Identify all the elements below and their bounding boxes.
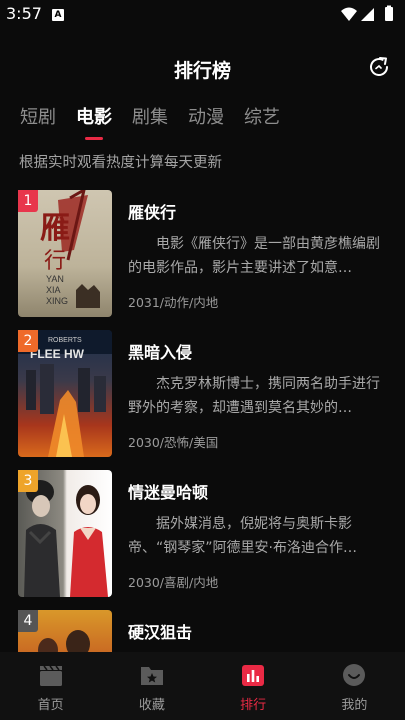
- svg-text:XIA: XIA: [46, 285, 61, 295]
- rank-badge: 3: [18, 470, 38, 492]
- movie-meta: 2030/恐怖/美国: [128, 435, 219, 450]
- wifi-icon: [341, 7, 357, 21]
- list-item[interactable]: 雁 行 YAN XIA XING 1 雁侠行 电影《雁侠行》是一部由黄彦樵编剧的…: [18, 190, 388, 318]
- status-bar: 3:57 A: [0, 0, 405, 30]
- bar-chart-icon: [242, 665, 265, 686]
- rank-badge: 2: [18, 330, 38, 352]
- status-time: 3:57: [6, 4, 42, 23]
- nav-favorites[interactable]: 收藏: [101, 652, 202, 720]
- nav-label: 首页: [37, 698, 64, 713]
- movie-title: 雁侠行: [128, 203, 177, 222]
- folder-star-icon: [140, 667, 163, 685]
- refresh-icon[interactable]: [367, 55, 391, 79]
- nav-home[interactable]: 首页: [0, 652, 101, 720]
- ranking-description: 根据实时观看热度计算每天更新: [19, 155, 222, 171]
- battery-icon: [385, 7, 393, 21]
- tab-variety[interactable]: 综艺: [244, 104, 280, 140]
- nav-profile[interactable]: 我的: [304, 652, 405, 720]
- movie-title: 黑暗入侵: [128, 343, 193, 362]
- svg-text:FLEE HW: FLEE HW: [30, 347, 85, 361]
- category-tabs: 短剧 电影 剧集 动漫 综艺: [20, 104, 300, 144]
- page-title: 排行榜: [173, 60, 231, 82]
- tab-series[interactable]: 剧集: [132, 104, 168, 140]
- svg-text:YAN: YAN: [46, 274, 64, 284]
- svg-text:ROBERTS: ROBERTS: [48, 337, 82, 344]
- movie-title: 硬汉狙击: [128, 623, 193, 642]
- svg-text:雁: 雁: [40, 211, 70, 246]
- movie-description: 据外媒消息，倪妮将与奥斯卡影帝、“钢琴家”阿德里安·布洛迪合作…: [128, 516, 357, 556]
- nav-label: 排行: [240, 698, 267, 713]
- svg-text:行: 行: [44, 249, 66, 274]
- rank-badge: 1: [18, 190, 38, 212]
- bottom-navigation: 首页 收藏 排行 我的: [0, 652, 405, 720]
- movie-meta: 2031/动作/内地: [128, 295, 219, 310]
- clapperboard-icon: [39, 665, 62, 686]
- nav-label: 我的: [341, 698, 368, 713]
- movie-description: 杰克罗林斯博士，携同两名助手进行野外的考察，却遭遇到莫名其妙的…: [128, 376, 380, 416]
- active-tab-indicator: [85, 137, 103, 140]
- tab-movies[interactable]: 电影: [76, 104, 112, 140]
- nav-label: 收藏: [138, 698, 165, 713]
- list-item[interactable]: 4 硬汉狙击: [18, 610, 388, 652]
- nav-ranking[interactable]: 排行: [203, 652, 304, 720]
- list-item[interactable]: 3 情迷曼哈顿 据外媒消息，倪妮将与奥斯卡影帝、“钢琴家”阿德里安·布洛迪合作……: [18, 470, 388, 598]
- smiley-face-icon: [343, 664, 366, 686]
- signal-icon: [361, 8, 374, 21]
- movie-title: 情迷曼哈顿: [128, 483, 209, 502]
- movie-description: 电影《雁侠行》是一部由黄彦樵编剧的电影作品，影片主要讲述了如意…: [128, 236, 380, 276]
- notification-icon: A: [52, 9, 64, 21]
- movie-meta: 2030/喜剧/内地: [128, 575, 219, 590]
- list-item[interactable]: ROBERTS FLEE HW 2 黑暗入侵 杰克罗林斯博士，携同两名助手进行野…: [18, 330, 388, 458]
- tab-anime[interactable]: 动漫: [188, 104, 224, 140]
- ranking-list: 雁 行 YAN XIA XING 1 雁侠行 电影《雁侠行》是一部由黄彦樵编剧的…: [0, 188, 405, 652]
- tab-short-drama[interactable]: 短剧: [20, 104, 56, 140]
- rank-badge: 4: [18, 610, 38, 632]
- svg-text:XING: XING: [46, 296, 68, 306]
- system-status-icons: [341, 5, 393, 21]
- header: 排行榜: [0, 48, 405, 88]
